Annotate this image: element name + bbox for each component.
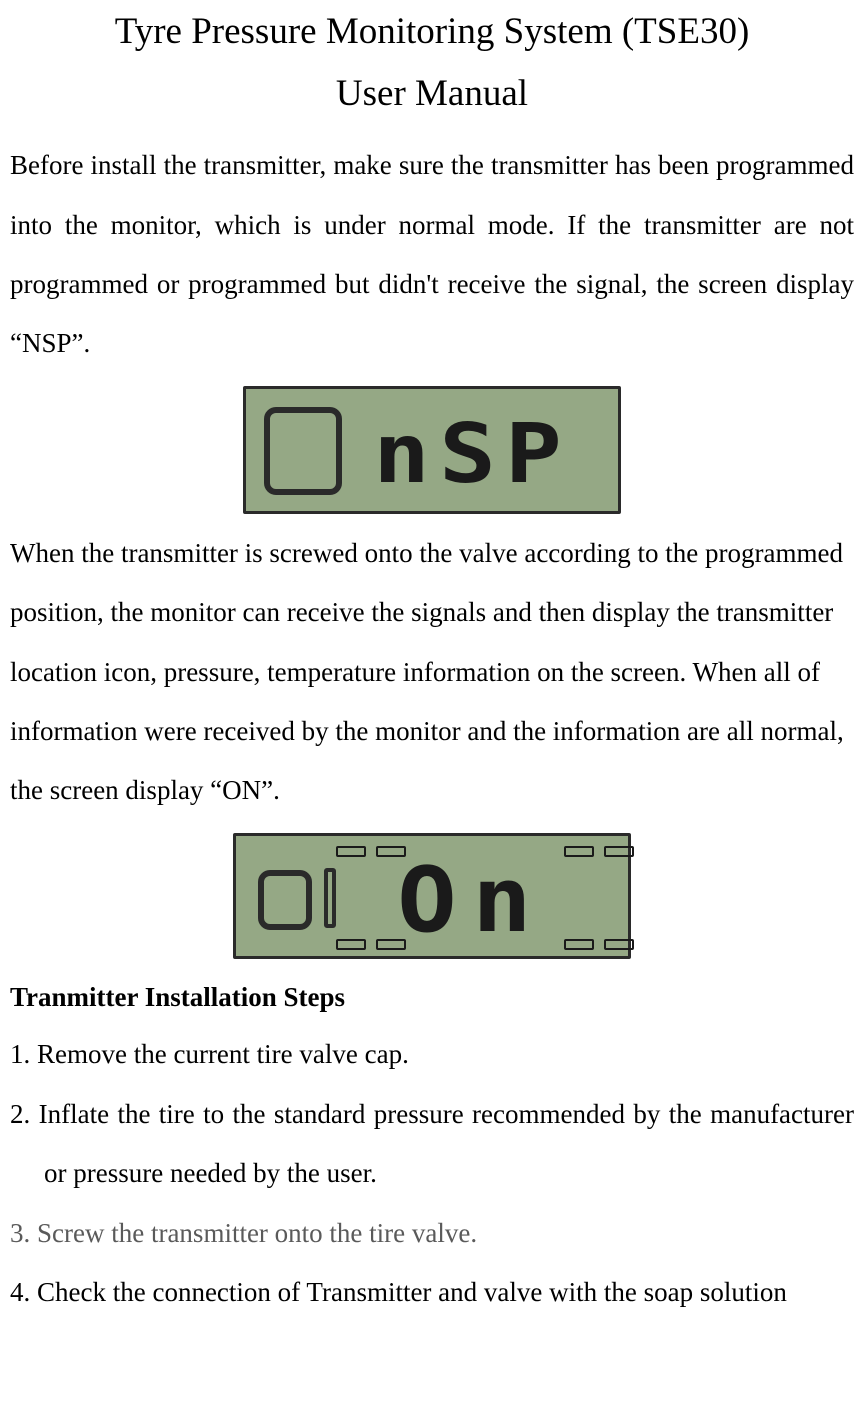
step-1: 1. Remove the current tire valve cap. (10, 1025, 854, 1084)
tire-bar-icon (336, 939, 366, 950)
lcd-display-nsp-container: nSP (10, 386, 854, 514)
intro-paragraph-1: Before install the transmitter, make sur… (10, 136, 854, 374)
lcd-display-on-container: On (10, 833, 854, 959)
step-3: 3. Screw the transmitter onto the tire v… (10, 1204, 854, 1263)
tire-bar-icon (564, 939, 594, 950)
lcd-tire-icon (258, 870, 312, 930)
lcd-display-nsp: nSP (243, 386, 621, 514)
lcd-bar-icon (324, 868, 336, 928)
tire-bar-icon (604, 939, 634, 950)
lcd-on-text: On (397, 848, 547, 953)
intro-paragraph-2: When the transmitter is screwed onto the… (10, 524, 854, 821)
lcd-nsp-text: nSP (373, 407, 571, 502)
document-title: Tyre Pressure Monitoring System (TSE30) (10, 8, 854, 56)
step-2: 2. Inflate the tire to the standard pres… (10, 1085, 854, 1204)
step-4: 4. Check the connection of Transmitter a… (10, 1263, 854, 1322)
lcd-display-on: On (233, 833, 631, 959)
section-heading-installation: Tranmitter Installation Steps (10, 969, 854, 1026)
lcd-tire-icon (264, 407, 342, 495)
tire-bar-icon (604, 846, 634, 857)
tire-bar-icon (564, 846, 594, 857)
document-subtitle: User Manual (10, 70, 854, 118)
tire-bar-icon (336, 846, 366, 857)
